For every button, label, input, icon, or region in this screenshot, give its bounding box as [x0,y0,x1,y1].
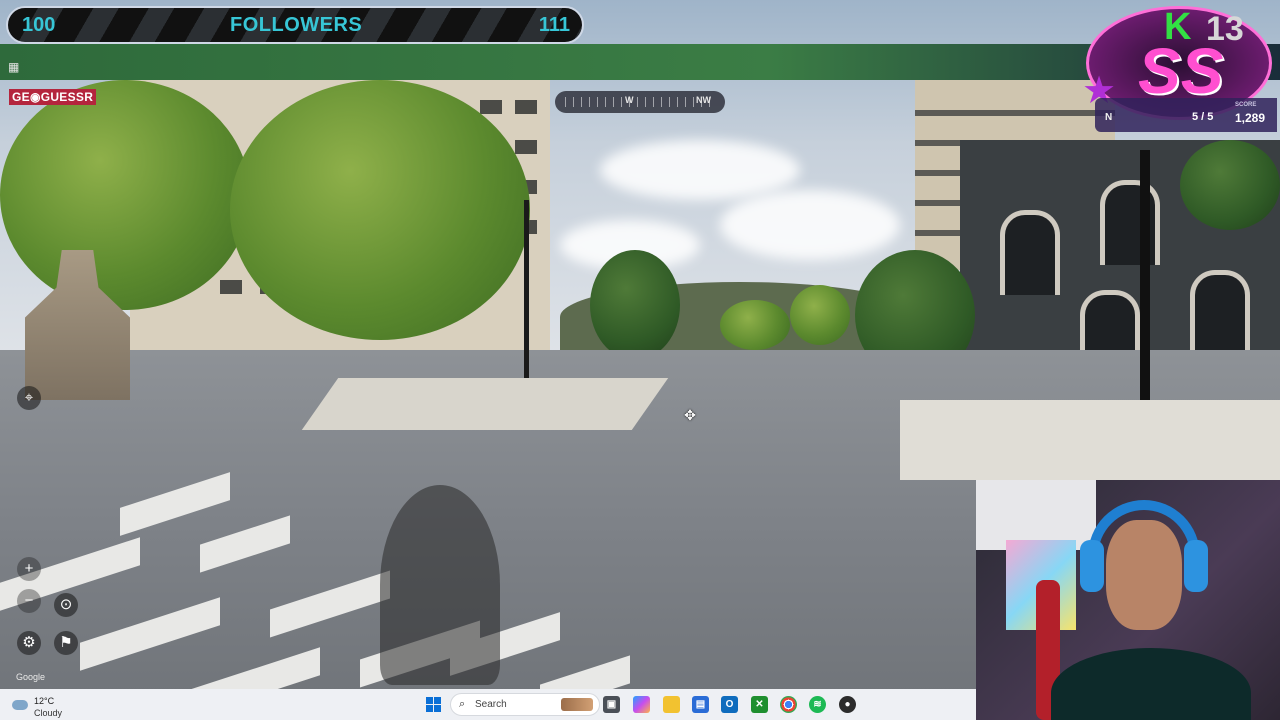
tree [720,300,790,350]
geoguessr-logo: GE◉GUESSR [9,89,97,105]
cloud [720,190,900,260]
compass-northwest: NW [696,95,711,105]
tree [1180,140,1280,230]
round-label: N [1105,112,1113,123]
light-paving [301,378,669,430]
task-view-icon[interactable]: ▣ [603,696,620,713]
chrome-icon[interactable] [780,696,797,713]
goal-end-value: 111 [538,14,570,36]
move-cursor-icon: ✥ [684,407,696,423]
outlook-icon[interactable]: O [721,696,738,713]
photographer-shadow [380,485,500,685]
score-panel: N 5 / 5 SCORE 1,289 [1095,98,1277,132]
location-pin-icon[interactable]: ⊙ [54,593,78,617]
checkered-paving [0,470,700,720]
spotify-icon[interactable]: ≋ [809,696,826,713]
google-attribution[interactable]: Google [16,672,45,682]
zoom-in-button[interactable]: + [17,557,41,581]
light-paving [900,400,1280,480]
goal-title: FOLLOWERS [230,14,363,36]
compass-ticks [565,97,715,107]
logo-number: 13 [1206,10,1244,48]
streamer-hoodie [1051,648,1251,720]
tree [230,80,530,340]
weather-temperature: 12°C [34,696,55,706]
round-value: 5 / 5 [1192,111,1214,123]
cloud [600,140,800,200]
lamp-post [524,200,529,392]
tree [790,285,850,345]
return-to-start-icon[interactable]: ⌖ [17,386,41,410]
weather-condition: Cloudy [34,708,63,718]
logo-letter: K [1164,6,1192,48]
headset-earcup [1184,540,1208,592]
store-icon[interactable]: ▤ [692,696,709,713]
score-label: SCORE [1235,102,1257,108]
settings-gear-icon[interactable]: ⚙ [17,631,41,655]
obs-icon[interactable]: ● [839,696,856,713]
tree [590,250,680,360]
goal-start-value: 100 [22,14,56,36]
taskbar-search[interactable]: ⌕ Search [450,693,600,716]
file-explorer-icon[interactable] [663,696,680,713]
headset-earcup [1080,540,1104,592]
start-button-icon[interactable] [426,697,441,712]
cloud-icon [12,700,28,710]
score-value: 1,289 [1235,111,1266,125]
flag-icon[interactable]: ⚑ [54,631,78,655]
xbox-icon[interactable]: ✕ [751,696,768,713]
windows-taskbar: 12°C Cloudy ⌕ Search ▣ ▤ O ✕ ≋ ● [0,689,976,720]
search-icon: ⌕ [459,698,466,710]
zoom-out-button[interactable]: − [17,589,41,613]
copilot-icon[interactable] [633,696,650,713]
followers-goal-bar: 100 FOLLOWERS 111 [6,6,584,44]
search-label: Search [475,699,507,710]
compass: W NW [555,91,725,113]
grid-icon[interactable]: ▦ [8,60,19,74]
compass-west: W [625,95,634,105]
webcam-feed [976,480,1280,720]
search-highlight-thumbnail [561,698,593,711]
tree [0,80,250,310]
